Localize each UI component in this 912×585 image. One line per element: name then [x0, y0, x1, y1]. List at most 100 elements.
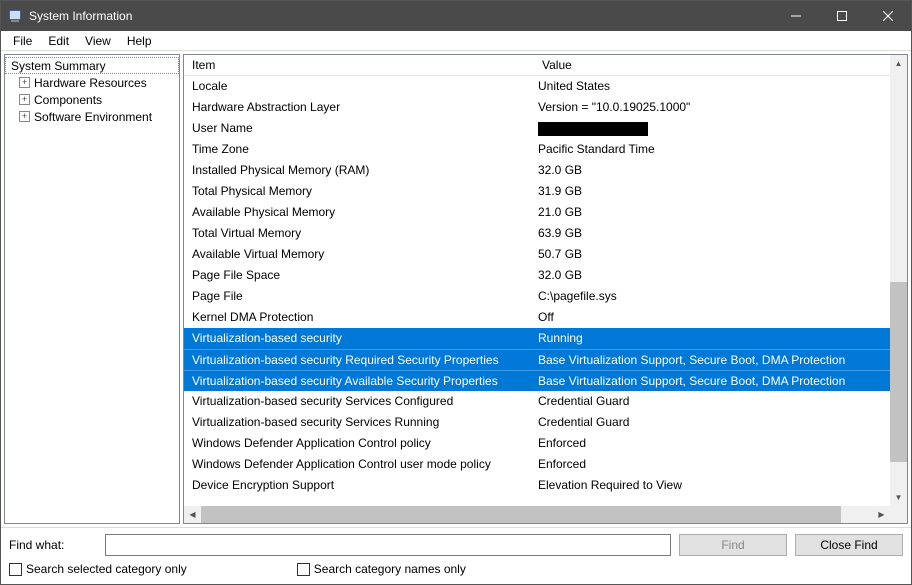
cell-value: Enforced	[534, 435, 890, 452]
cell-value: Credential Guard	[534, 414, 890, 431]
cell-item: Virtualization-based security Services R…	[184, 414, 534, 431]
menu-file[interactable]: File	[5, 32, 40, 50]
vertical-scroll-thumb[interactable]	[890, 282, 907, 462]
tree-item-label: Components	[34, 93, 102, 107]
table-row[interactable]: Installed Physical Memory (RAM)32.0 GB	[184, 160, 890, 181]
checkbox-search-selected-category[interactable]: Search selected category only	[9, 562, 187, 576]
cell-item: Virtualization-based security Services C…	[184, 393, 534, 410]
tree-item-hardware-resources[interactable]: + Hardware Resources	[5, 74, 179, 91]
category-tree[interactable]: System Summary + Hardware Resources + Co…	[4, 54, 180, 524]
checkbox-label: Search selected category only	[26, 562, 187, 576]
table-row[interactable]: User Name	[184, 118, 890, 139]
cell-item: Windows Defender Application Control use…	[184, 456, 534, 473]
cell-value: C:\pagefile.sys	[534, 288, 890, 305]
cell-value: 21.0 GB	[534, 204, 890, 221]
cell-item: Page File Space	[184, 267, 534, 284]
scroll-up-icon[interactable]: ▲	[890, 55, 907, 72]
cell-value: 32.0 GB	[534, 162, 890, 179]
detail-panel: Item Value LocaleUnited StatesHardware A…	[183, 54, 908, 524]
cell-item: Installed Physical Memory (RAM)	[184, 162, 534, 179]
window-title: System Information	[29, 9, 773, 23]
scroll-right-icon[interactable]: ▶	[873, 506, 890, 523]
tree-item-software-environment[interactable]: + Software Environment	[5, 108, 179, 125]
checkbox-label: Search category names only	[314, 562, 466, 576]
vertical-scrollbar[interactable]: ▲ ▼	[890, 55, 907, 506]
cell-item: Kernel DMA Protection	[184, 309, 534, 326]
cell-item: Available Physical Memory	[184, 204, 534, 221]
table-row[interactable]: Kernel DMA ProtectionOff	[184, 307, 890, 328]
table-row[interactable]: Windows Defender Application Control pol…	[184, 433, 890, 454]
table-row[interactable]: Available Physical Memory21.0 GB	[184, 202, 890, 223]
cell-value: Base Virtualization Support, Secure Boot…	[534, 352, 890, 368]
table-row[interactable]: Windows Defender Application Control use…	[184, 454, 890, 475]
expand-icon[interactable]: +	[19, 111, 30, 122]
redacted-value	[538, 122, 648, 136]
table-row[interactable]: Page File Space32.0 GB	[184, 265, 890, 286]
cell-value: Running	[534, 330, 890, 347]
expand-icon[interactable]: +	[19, 94, 30, 105]
tree-item-label: Hardware Resources	[34, 76, 147, 90]
menu-view[interactable]: View	[77, 32, 119, 50]
cell-item: Device Encryption Support	[184, 477, 534, 494]
find-input[interactable]	[105, 534, 671, 556]
tree-item-label: System Summary	[11, 59, 106, 73]
table-row[interactable]: Total Virtual Memory63.9 GB	[184, 223, 890, 244]
column-header-value[interactable]: Value	[534, 55, 890, 75]
checkbox-search-category-names[interactable]: Search category names only	[297, 562, 466, 576]
table-row[interactable]: Virtualization-based security Available …	[184, 370, 890, 391]
cell-value: Off	[534, 309, 890, 326]
expand-icon[interactable]: +	[19, 77, 30, 88]
cell-item: Available Virtual Memory	[184, 246, 534, 263]
scroll-left-icon[interactable]: ◀	[184, 506, 201, 523]
horizontal-scrollbar[interactable]: ◀ ▶	[184, 506, 890, 523]
find-panel: Find what: Find Close Find Search select…	[1, 527, 911, 584]
cell-item: Total Physical Memory	[184, 183, 534, 200]
body-area: System Summary + Hardware Resources + Co…	[1, 51, 911, 527]
cell-item: Locale	[184, 78, 534, 95]
cell-item: Hardware Abstraction Layer	[184, 99, 534, 116]
horizontal-scroll-thumb[interactable]	[201, 506, 841, 523]
table-row[interactable]: Total Physical Memory31.9 GB	[184, 181, 890, 202]
tree-root-system-summary[interactable]: System Summary	[5, 57, 179, 74]
menu-edit[interactable]: Edit	[40, 32, 77, 50]
cell-value: Elevation Required to View	[534, 477, 890, 494]
close-button[interactable]	[865, 1, 911, 31]
tree-item-label: Software Environment	[34, 110, 152, 124]
titlebar: System Information	[1, 1, 911, 31]
detail-rows[interactable]: LocaleUnited StatesHardware Abstraction …	[184, 76, 890, 506]
table-row[interactable]: Virtualization-based security Required S…	[184, 349, 890, 370]
detail-header: Item Value	[184, 55, 890, 76]
scroll-down-icon[interactable]: ▼	[890, 489, 907, 506]
menubar: File Edit View Help	[1, 31, 911, 51]
cell-item: Time Zone	[184, 141, 534, 158]
table-row[interactable]: Page FileC:\pagefile.sys	[184, 286, 890, 307]
cell-item: Virtualization-based security Required S…	[184, 352, 534, 368]
close-find-button[interactable]: Close Find	[795, 534, 903, 556]
cell-value: 32.0 GB	[534, 267, 890, 284]
cell-item: Virtualization-based security	[184, 330, 534, 347]
find-label: Find what:	[9, 538, 97, 552]
table-row[interactable]: Virtualization-based security Services C…	[184, 391, 890, 412]
table-row[interactable]: Virtualization-based securityRunning	[184, 328, 890, 349]
tree-item-components[interactable]: + Components	[5, 91, 179, 108]
column-header-item[interactable]: Item	[184, 55, 534, 75]
cell-value: Base Virtualization Support, Secure Boot…	[534, 373, 890, 389]
cell-item: Virtualization-based security Available …	[184, 373, 534, 389]
maximize-button[interactable]	[819, 1, 865, 31]
cell-value: 50.7 GB	[534, 246, 890, 263]
checkbox-icon	[9, 563, 22, 576]
menu-help[interactable]: Help	[119, 32, 160, 50]
table-row[interactable]: Available Virtual Memory50.7 GB	[184, 244, 890, 265]
cell-value	[534, 120, 890, 137]
cell-item: Total Virtual Memory	[184, 225, 534, 242]
table-row[interactable]: LocaleUnited States	[184, 76, 890, 97]
window-controls	[773, 1, 911, 31]
table-row[interactable]: Device Encryption SupportElevation Requi…	[184, 475, 890, 496]
table-row[interactable]: Hardware Abstraction LayerVersion = "10.…	[184, 97, 890, 118]
table-row[interactable]: Time ZonePacific Standard Time	[184, 139, 890, 160]
find-button[interactable]: Find	[679, 534, 787, 556]
cell-value: 63.9 GB	[534, 225, 890, 242]
table-row[interactable]: Virtualization-based security Services R…	[184, 412, 890, 433]
cell-value: United States	[534, 78, 890, 95]
minimize-button[interactable]	[773, 1, 819, 31]
